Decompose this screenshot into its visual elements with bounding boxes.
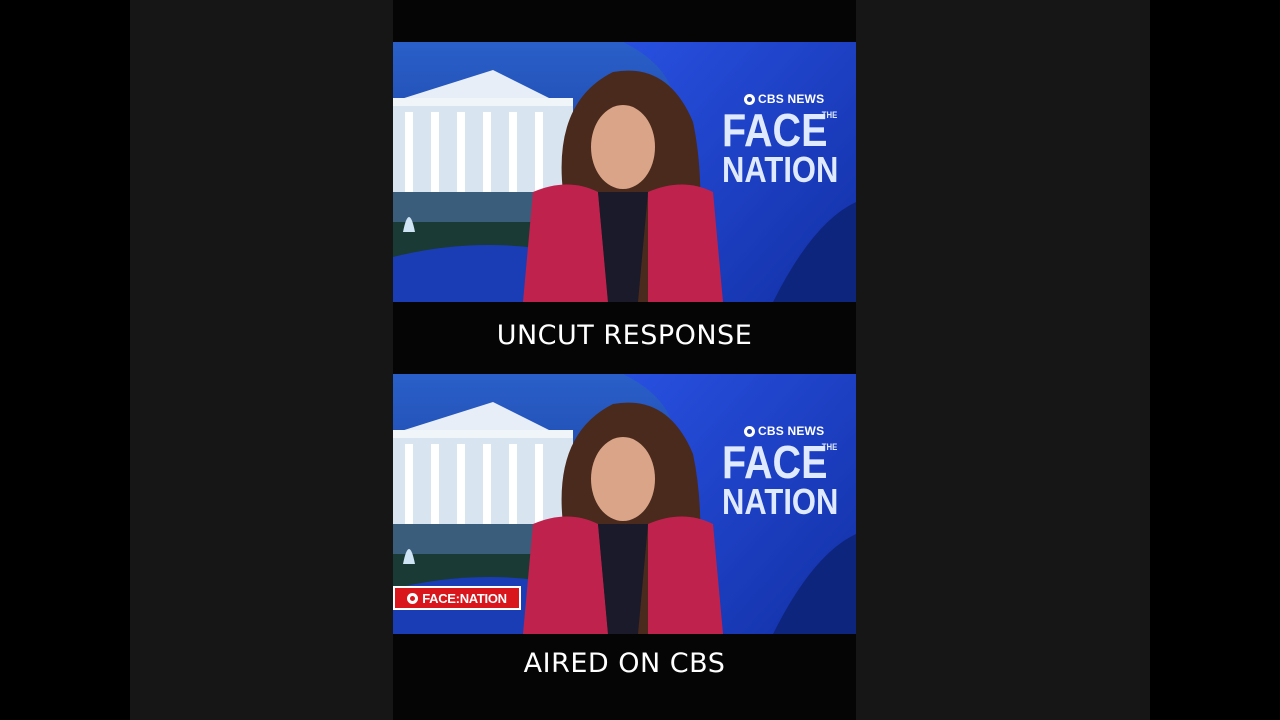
face-the-nation-logo-bottom: CBS NEWS FACE THE NATION	[722, 424, 842, 520]
show-bug-badge: FACE:NATION	[393, 586, 521, 610]
logo-word-nation: NATION	[722, 481, 839, 522]
caption-top: UNCUT RESPONSE	[496, 320, 753, 351]
logo-word-the: THE	[821, 442, 838, 452]
cbs-eye-icon	[407, 592, 419, 604]
show-bug-label: FACE:NATION	[422, 590, 507, 606]
blurred-side-left	[130, 0, 393, 720]
letterbox-left	[0, 0, 130, 720]
video-player[interactable]: CBS NEWS FACETHE NATION UNCUT RESPONSE	[0, 0, 1280, 720]
cbs-eye-icon	[744, 93, 755, 105]
news-frame-bottom: CBS NEWS FACE THE NATION FACE:NATION	[393, 374, 856, 634]
letterbox-right	[1150, 0, 1280, 720]
cbs-eye-icon	[744, 425, 755, 437]
blurred-side-right	[856, 0, 1150, 720]
vertical-video: CBS NEWS FACETHE NATION UNCUT RESPONSE	[393, 0, 856, 720]
logo-word-nation: NATION	[722, 149, 839, 190]
face-the-nation-logo: CBS NEWS FACE THE NATION	[722, 92, 842, 188]
news-frame-top: CBS NEWS FACE THE NATION	[393, 42, 856, 302]
caption-bottom: AIRED ON CBS	[523, 648, 726, 679]
logo-word-the: THE	[821, 110, 838, 120]
